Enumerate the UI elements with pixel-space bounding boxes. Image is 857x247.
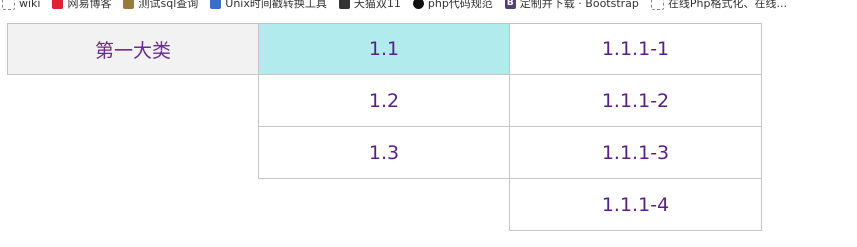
github-icon bbox=[412, 0, 424, 9]
family-icon bbox=[123, 0, 135, 9]
category-level3-item[interactable]: 1.1.1-2 bbox=[509, 74, 762, 127]
category-label: 1.3 bbox=[368, 141, 400, 164]
bookmark-php-format[interactable]: 在线Php格式化、在线... bbox=[650, 0, 787, 10]
category-level3-item[interactable]: 1.1.1-3 bbox=[509, 126, 762, 179]
bookmark-php-style[interactable]: php代码规范 bbox=[412, 0, 493, 10]
bookmark-label: wiki bbox=[19, 0, 41, 10]
bookmark-netease-blog[interactable]: 网易博客 bbox=[52, 0, 111, 10]
category-label: 1.1.1-1 bbox=[601, 38, 670, 60]
bookmark-label: 定制并下载 · Bootstrap bbox=[519, 0, 639, 10]
bookmark-label: 网易博客 bbox=[67, 0, 112, 10]
category-level2-item[interactable]: 1.3 bbox=[258, 126, 510, 179]
unix-tool-icon bbox=[210, 0, 222, 9]
bookmark-label: php代码规范 bbox=[427, 0, 493, 10]
category-label: 1.2 bbox=[368, 89, 400, 112]
bookmarks-bar: wiki 网易博客 测试sql查询 Unix时间戳转换工具 天猫双11 php代… bbox=[0, 0, 857, 10]
category-level2-item-selected[interactable]: 1.1 bbox=[258, 23, 510, 75]
bookmark-label: 测试sql查询 bbox=[138, 0, 199, 10]
bootstrap-icon: B bbox=[504, 0, 516, 9]
tmall-icon bbox=[338, 0, 350, 9]
category-level3-item[interactable]: 1.1.1-1 bbox=[509, 23, 762, 75]
bookmark-label: 天猫双11 bbox=[353, 0, 401, 10]
category-label: 1.1 bbox=[368, 38, 400, 60]
page-icon bbox=[650, 0, 664, 10]
category-level1-item[interactable]: 第一大类 bbox=[7, 23, 259, 75]
bookmark-label: Unix时间戳转换工具 bbox=[225, 0, 327, 10]
bookmark-bootstrap[interactable]: B 定制并下载 · Bootstrap bbox=[504, 0, 639, 10]
bookmark-label: 在线Php格式化、在线... bbox=[667, 0, 787, 10]
bookmark-wiki[interactable]: wiki bbox=[2, 0, 40, 10]
bookmark-tmall[interactable]: 天猫双11 bbox=[338, 0, 401, 10]
bookmark-unix-time[interactable]: Unix时间戳转换工具 bbox=[210, 0, 327, 10]
category-label: 1.1.1-2 bbox=[601, 89, 670, 112]
category-label: 第一大类 bbox=[94, 39, 171, 62]
category-label: 1.1.1-3 bbox=[601, 141, 670, 164]
category-level3-item[interactable]: 1.1.1-4 bbox=[509, 178, 762, 231]
category-label: 1.1.1-4 bbox=[601, 193, 670, 216]
bookmark-sql-test[interactable]: 测试sql查询 bbox=[123, 0, 198, 10]
netease-blog-icon bbox=[52, 0, 64, 9]
page-icon bbox=[2, 0, 15, 10]
category-level2-item[interactable]: 1.2 bbox=[258, 74, 510, 127]
